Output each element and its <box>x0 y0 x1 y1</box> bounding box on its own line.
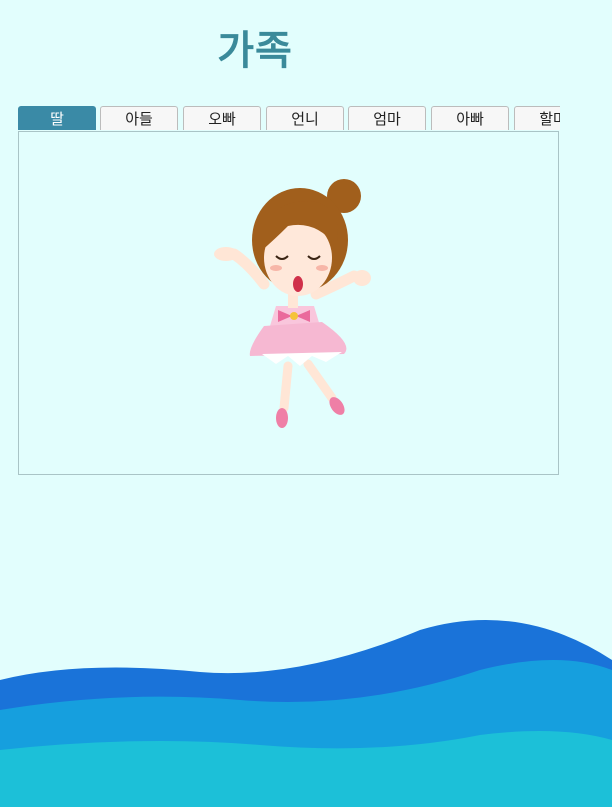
tab-older-sister[interactable]: 언니 <box>266 106 344 130</box>
tab-mother[interactable]: 엄마 <box>348 106 426 130</box>
tab-son[interactable]: 아들 <box>100 106 178 130</box>
page-title: 가족 <box>217 28 293 74</box>
tab-older-brother[interactable]: 오빠 <box>183 106 261 130</box>
tab-father[interactable]: 아빠 <box>431 106 509 130</box>
tab-daughter[interactable]: 딸 <box>18 106 96 130</box>
tab-grandmother[interactable]: 할머 <box>514 106 560 130</box>
tab-bar: 딸 아들 오빠 언니 엄마 아빠 할머 <box>18 106 560 132</box>
ballerina-girl-icon <box>214 179 371 428</box>
wave-decoration <box>0 620 612 807</box>
tab-content-panel <box>18 131 559 475</box>
